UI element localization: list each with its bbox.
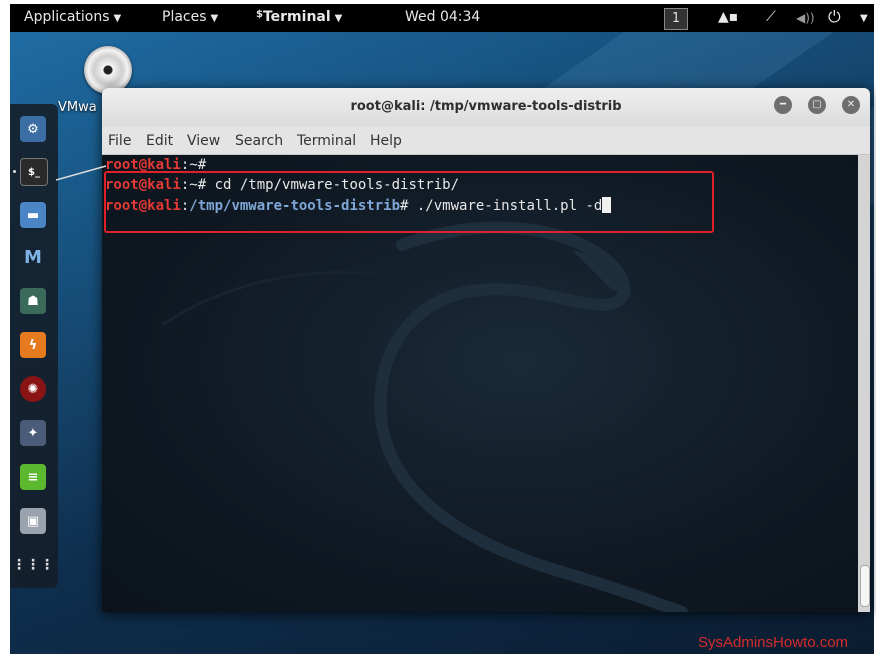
menu-file[interactable]: File (108, 133, 131, 149)
menu-bar: File Edit View Search Terminal Help (102, 126, 870, 155)
chevron-down-icon: ▼ (334, 13, 343, 24)
terminal-small-icon: $ (256, 9, 263, 20)
network-icon[interactable]: ⟋ (766, 9, 776, 25)
camera-icon[interactable]: ▲▪ (718, 9, 738, 25)
terminal-line: root@kali:~# (105, 157, 207, 173)
app-icon[interactable]: ⚙ (20, 116, 46, 142)
volume-icon[interactable]: ◀)) (796, 11, 815, 25)
terminal-app-menu[interactable]: $Terminal ▼ (256, 9, 342, 25)
clock[interactable]: Wed 04:34 (405, 9, 480, 25)
armitage-icon[interactable]: ☗ (20, 288, 46, 314)
dock-connector-line (56, 165, 107, 181)
applications-menu[interactable]: Applications ▼ (24, 9, 121, 25)
metasploit-icon[interactable]: M (20, 244, 46, 270)
terminal-line: root@kali:~# cd /tmp/vmware-tools-distri… (105, 177, 460, 193)
text-cursor (602, 197, 612, 213)
scroll-thumb[interactable] (860, 565, 870, 607)
chevron-down-icon[interactable]: ▼ (856, 9, 868, 25)
menu-terminal[interactable]: Terminal (297, 133, 356, 149)
close-button[interactable]: ✕ (842, 96, 860, 114)
menu-help[interactable]: Help (370, 133, 402, 149)
minimize-button[interactable]: ━ (774, 96, 792, 114)
beef-icon[interactable]: ✦ (20, 420, 46, 446)
terminal-line: root@kali:/tmp/vmware-tools-distrib# ./v… (105, 197, 612, 214)
chevron-down-icon: ▼ (210, 13, 219, 24)
workspace-indicator[interactable]: 1 (664, 8, 688, 30)
notes-icon[interactable]: ≡ (20, 464, 46, 490)
top-panel: Applications ▼ Places ▼ $Terminal ▼ Wed 04:… (10, 4, 874, 32)
favorites-dock: ⚙ $_ ▬ M ☗ ϟ ✺ ✦ ≡ ▣ ⋮⋮⋮ (10, 104, 58, 588)
chevron-down-icon: ▼ (113, 13, 122, 24)
maltego-icon[interactable]: ✺ (20, 376, 46, 402)
terminal-area[interactable]: root@kali:~# root@kali:~# cd /tmp/vmware… (102, 155, 858, 612)
window-titlebar[interactable]: root@kali: /tmp/vmware-tools-distrib ━ ▢… (102, 88, 870, 126)
apps-grid-icon[interactable]: ⋮⋮⋮ (12, 552, 54, 578)
menu-edit[interactable]: Edit (146, 133, 173, 149)
places-menu[interactable]: Places ▼ (162, 9, 218, 25)
maximize-button[interactable]: ▢ (808, 96, 826, 114)
menu-view[interactable]: View (187, 133, 220, 149)
watermark-text: SysAdminsHowto.com (698, 634, 849, 651)
scrollbar[interactable] (858, 155, 870, 612)
terminal-icon[interactable]: $_ (20, 158, 48, 186)
terminal-window: root@kali: /tmp/vmware-tools-distrib ━ ▢… (102, 88, 870, 612)
desktop-icon-label[interactable]: VMwa (58, 100, 97, 115)
menu-search[interactable]: Search (235, 133, 283, 149)
window-title: root@kali: /tmp/vmware-tools-distrib (350, 99, 622, 114)
running-indicator (13, 170, 16, 173)
folder-icon[interactable]: ▬ (20, 202, 46, 228)
disc-icon[interactable] (84, 46, 132, 94)
power-icon[interactable]: ⏻ (828, 7, 841, 27)
burpsuite-icon[interactable]: ϟ (20, 332, 46, 358)
settings-icon[interactable]: ▣ (20, 508, 46, 534)
